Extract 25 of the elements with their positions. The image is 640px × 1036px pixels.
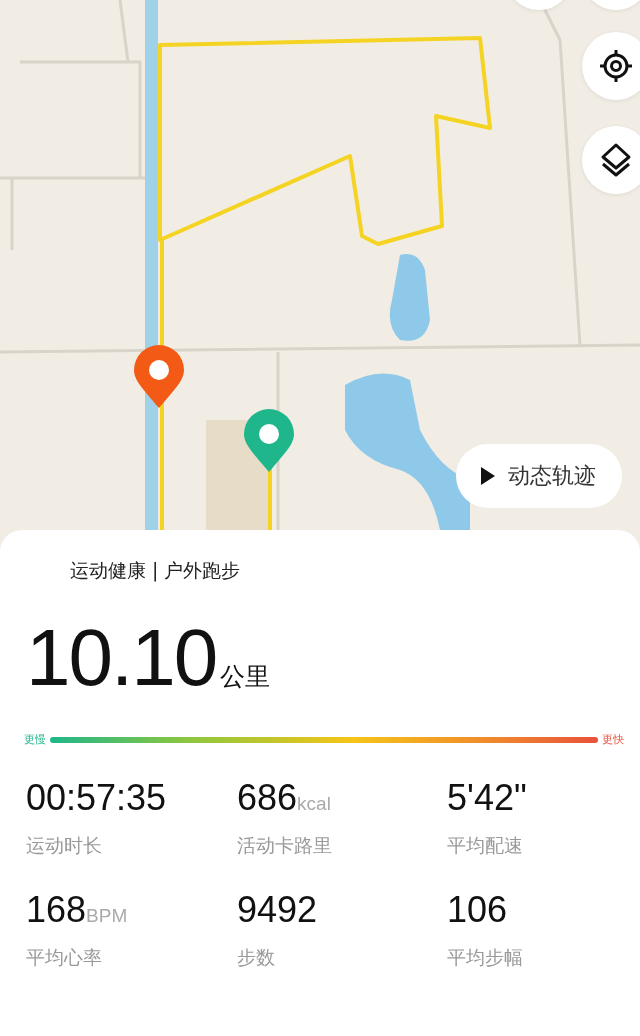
play-icon: [480, 466, 496, 486]
stat-label: 平均步幅: [447, 945, 524, 970]
crosshair-icon: [598, 48, 634, 84]
stat-value: 9492: [237, 889, 318, 931]
replay-button[interactable]: 动态轨迹: [456, 444, 622, 508]
distance-unit: 公里: [220, 661, 271, 693]
stat-value: 168: [26, 889, 87, 931]
stat-value: 106: [447, 889, 508, 931]
stat-label: 运动时长: [26, 833, 103, 858]
layers-icon: [599, 142, 633, 178]
slow-label: 更慢: [24, 732, 46, 747]
end-pin-icon: [242, 408, 296, 474]
stat-label: 平均心率: [26, 945, 103, 970]
stat-label: 活动卡路里: [237, 833, 333, 858]
stat-label: 平均配速: [447, 833, 524, 858]
stat-value: 5'42": [447, 777, 527, 819]
start-pin-icon: [132, 344, 186, 410]
distance-value: 10.10: [26, 618, 217, 698]
stat-unit: BPM: [86, 905, 128, 927]
activity-title: 运动健康 | 户外跑步: [70, 558, 242, 584]
stat-label: 步数: [237, 945, 276, 970]
fast-label: 更快: [602, 732, 624, 747]
stat-value: 00:57:35: [26, 777, 167, 819]
stat-value: 686: [237, 777, 298, 819]
stat-unit: kcal: [297, 793, 331, 815]
